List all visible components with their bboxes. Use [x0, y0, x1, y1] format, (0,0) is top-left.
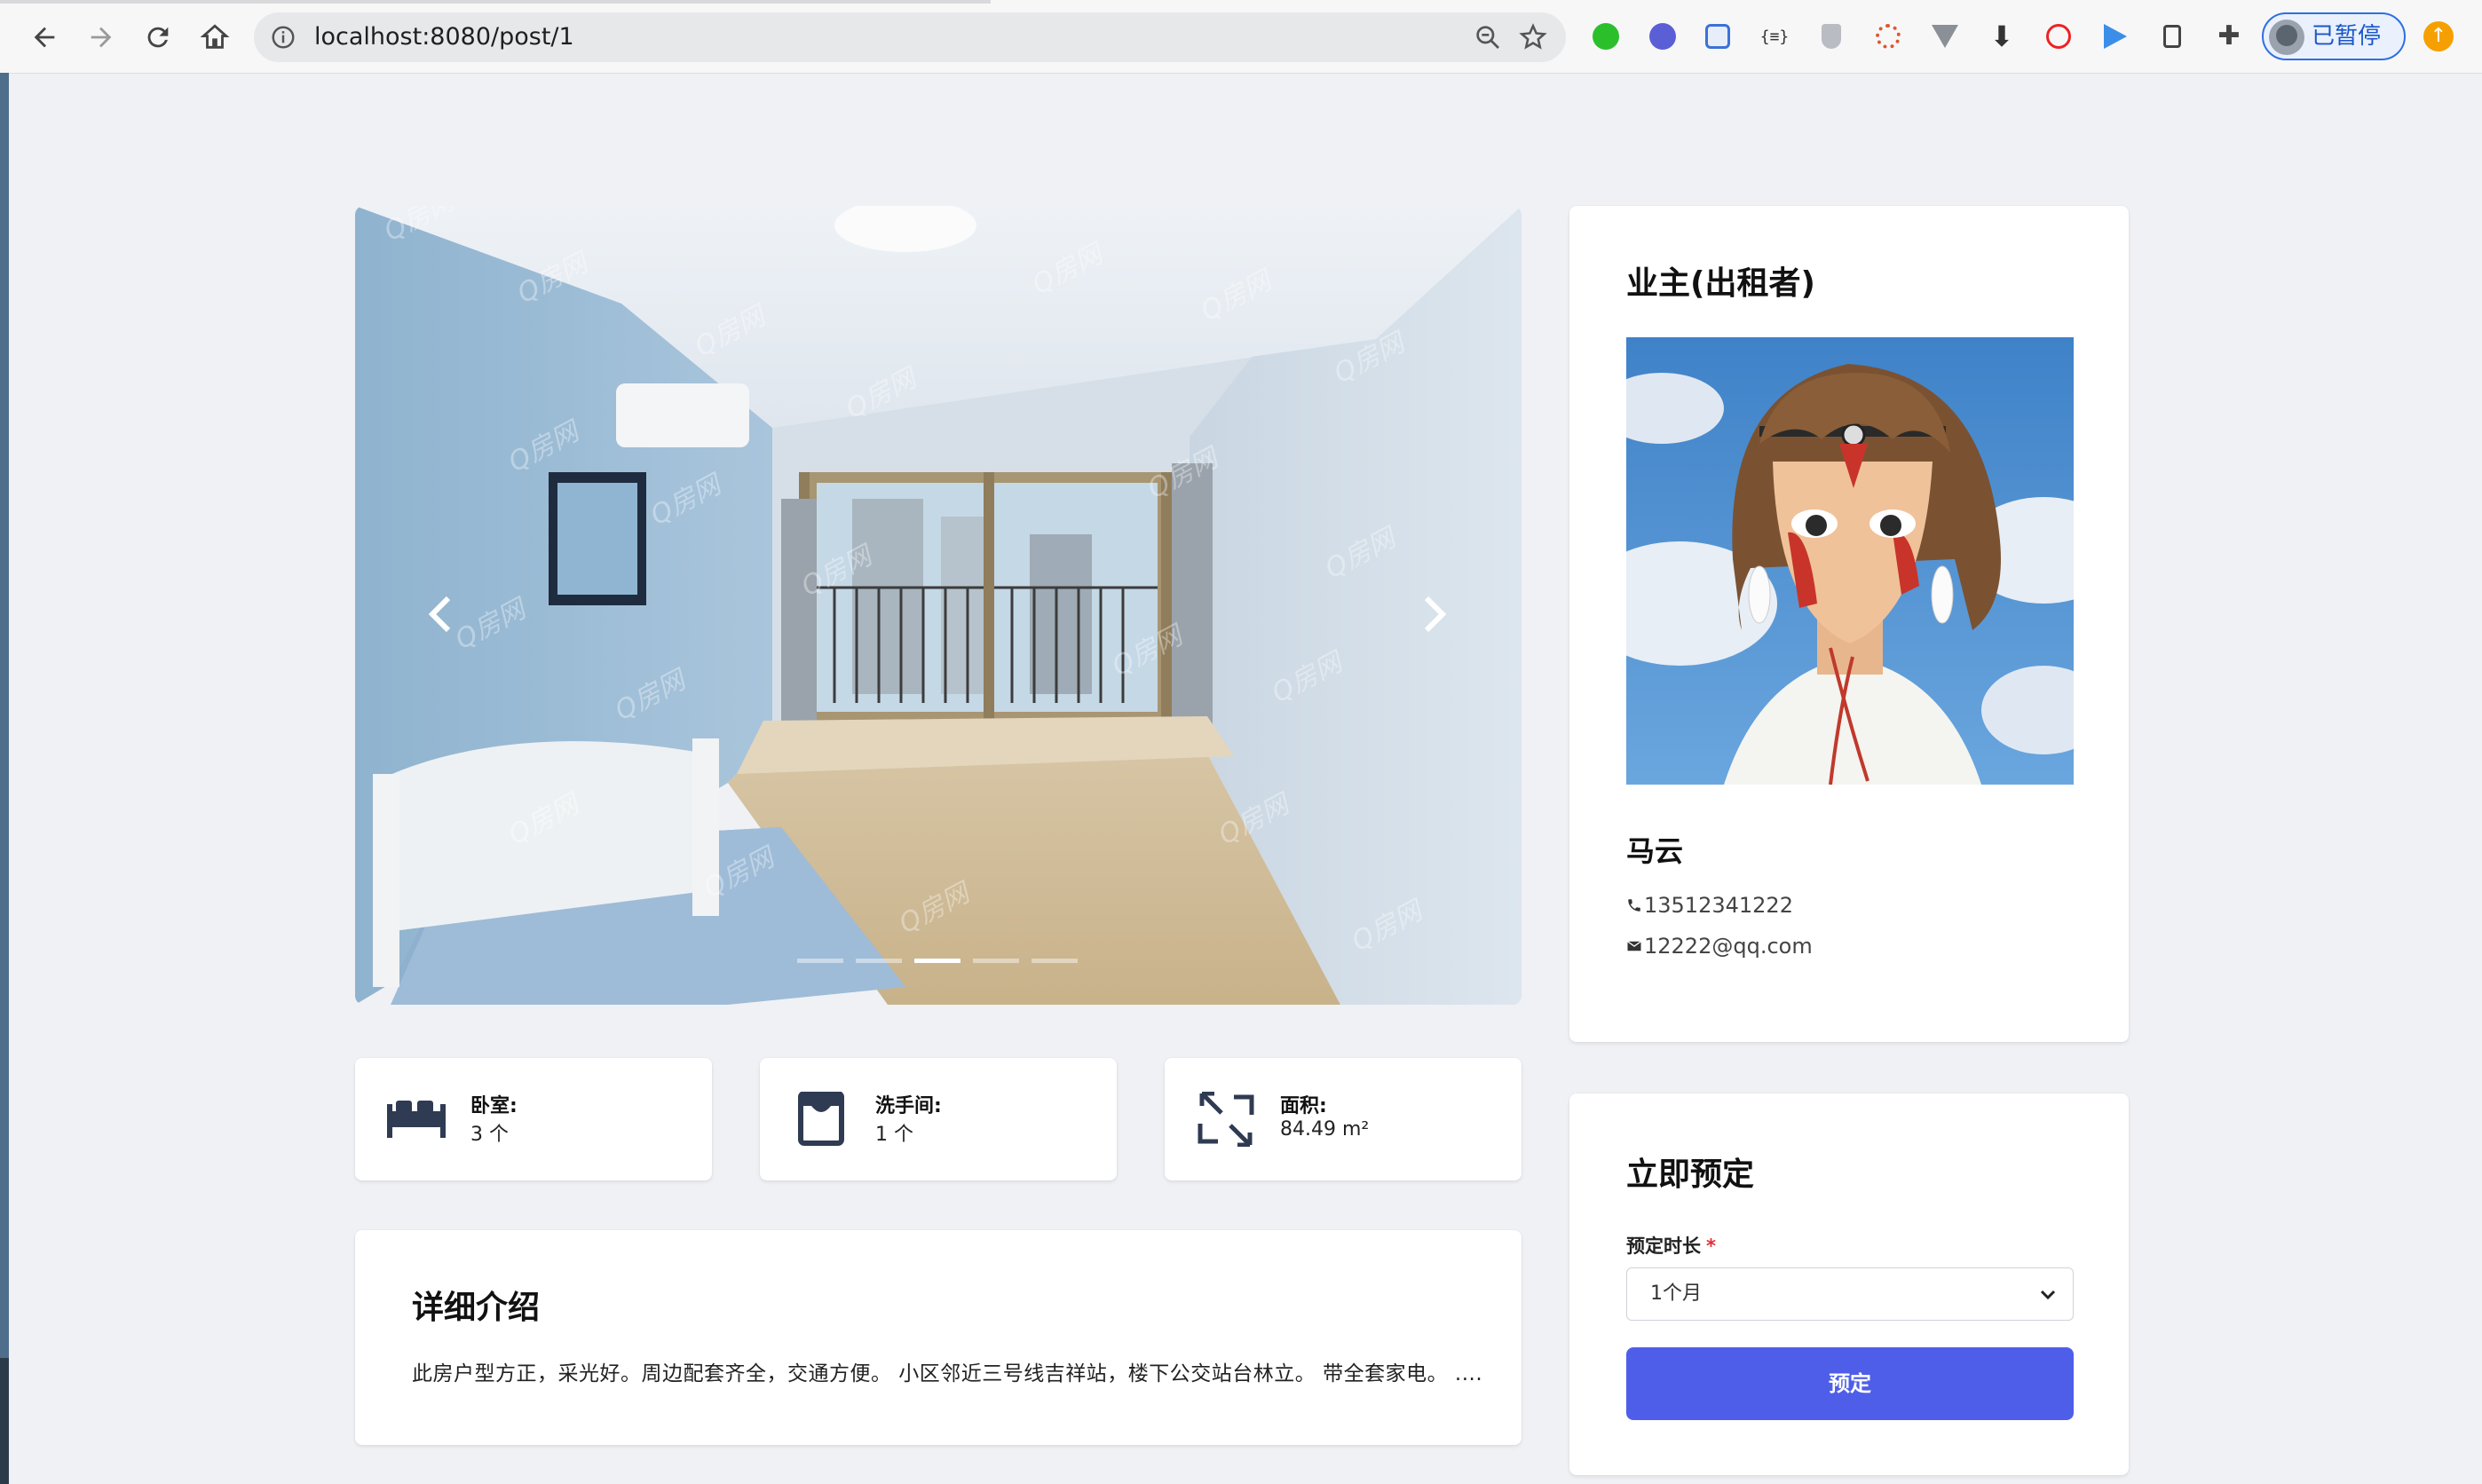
shield-icon[interactable] [1814, 20, 1848, 53]
desktop-edge [0, 73, 9, 1358]
flash-icon[interactable] [2042, 20, 2075, 53]
description-title: 详细介绍 [412, 1290, 541, 1326]
arrow-icon[interactable] [2099, 20, 2132, 53]
area-value: 84.49 m² [1280, 1118, 1370, 1141]
owner-title: 业主(出租者) [1626, 265, 1815, 302]
back-arrow-icon [34, 27, 55, 48]
url-text[interactable]: localhost:8080/post/1 [314, 12, 574, 62]
carousel-indicator-1[interactable] [797, 959, 843, 963]
area-stat-card: 面积: 84.49 m² [1165, 1058, 1522, 1180]
json-icon[interactable]: {≡} [1758, 20, 1791, 53]
owner-email-row: 12222@qq.com [1626, 934, 1813, 959]
mail-icon [1627, 941, 1641, 951]
profile-button[interactable]: 已暂停 [2262, 12, 2406, 60]
tab-strip [0, 0, 991, 4]
zoom-icon[interactable] [1474, 23, 1502, 51]
translate-icon[interactable] [1701, 20, 1735, 53]
booking-card: 立即预定 预定时长 * 1个月 预定 [1569, 1093, 2129, 1475]
download-icon[interactable]: ⬇ [1985, 20, 2019, 53]
area-label: 面积: [1280, 1095, 1327, 1117]
chevron-down-icon [2040, 1290, 2056, 1300]
profile-avatar [2269, 20, 2304, 55]
carousel-indicator-4[interactable] [973, 959, 1019, 963]
home-icon [200, 24, 230, 49]
carousel-indicator-5[interactable] [1032, 959, 1078, 963]
owner-phone: 13512341222 [1644, 893, 1793, 918]
forward-arrow-icon [91, 27, 112, 48]
carousel-prev-button[interactable] [414, 579, 467, 650]
owner-avatar [1626, 337, 2074, 785]
owner-phone-row: 13512341222 [1626, 893, 1793, 918]
clipboard-icon[interactable] [2155, 20, 2189, 53]
room-photo: Q房网 Q房网 Q房网 Q房网 Q房网 Q房网 Q房网 Q房网 Q房网 Q房网 … [355, 206, 1522, 1005]
description-card: 详细介绍 此房户型方正，采光好。周边配套齐全，交通方便。 小区邻近三号线吉祥站，… [355, 1230, 1522, 1445]
bed-icon [387, 1101, 446, 1138]
carousel-indicator-2[interactable] [856, 959, 902, 963]
network-icon[interactable] [1871, 20, 1905, 53]
book-button[interactable]: 预定 [1626, 1347, 2074, 1420]
carousel-indicator-3[interactable] [914, 959, 960, 963]
site-info-icon[interactable] [270, 24, 296, 51]
photo-carousel[interactable]: Q房网 Q房网 Q房网 Q房网 Q房网 Q房网 Q房网 Q房网 Q房网 Q房网 … [355, 206, 1522, 1005]
bathroom-icon [798, 1092, 844, 1146]
reload-button[interactable] [137, 16, 179, 59]
owner-email: 12222@qq.com [1644, 934, 1813, 959]
vue-icon[interactable] [1928, 20, 1962, 53]
bathroom-value: 1 个 [875, 1124, 913, 1146]
extensions-puzzle-icon[interactable]: ✚ [2212, 20, 2246, 53]
home-button[interactable] [194, 16, 236, 59]
bedroom-stat-card: 卧室: 3 个 [355, 1058, 712, 1180]
chevron-left-icon [428, 596, 451, 633]
bedroom-value: 3 个 [470, 1124, 509, 1146]
duration-select-value: 1个月 [1650, 1283, 1702, 1305]
address-bar[interactable]: localhost:8080/post/1 [254, 12, 1566, 62]
duration-label-text: 预定时长 [1626, 1235, 1701, 1257]
green-puzzle-icon[interactable] [1589, 20, 1623, 53]
owner-name: 马云 [1626, 834, 1684, 868]
forward-button[interactable] [80, 16, 123, 59]
owner-card: 业主(出租者) 马云 13512341222 12222@qq.com [1569, 206, 2129, 1042]
duration-label: 预定时长 * [1626, 1232, 1716, 1259]
bookmark-star-icon[interactable] [1518, 22, 1548, 52]
purple-check-icon[interactable] [1646, 20, 1680, 53]
bathroom-label: 洗手间: [875, 1095, 942, 1117]
required-mark: * [1706, 1235, 1716, 1257]
description-text: 此房户型方正，采光好。周边配套齐全，交通方便。 小区邻近三号线吉祥站，楼下公交站… [412, 1362, 1483, 1385]
desktop-edge-lower [0, 1358, 9, 1484]
chevron-right-icon [1424, 596, 1447, 633]
back-button[interactable] [23, 16, 66, 59]
bedroom-label: 卧室: [470, 1095, 518, 1117]
update-icon[interactable]: ↑ [2423, 21, 2454, 51]
phone-icon [1628, 899, 1640, 912]
carousel-next-button[interactable] [1408, 579, 1461, 650]
area-icon [1198, 1092, 1254, 1147]
bathroom-stat-card: 洗手间: 1 个 [760, 1058, 1117, 1180]
duration-select[interactable]: 1个月 [1626, 1267, 2074, 1321]
browser-toolbar: localhost:8080/post/1 {≡} ⬇ ✚ 已暂停 ↑ [0, 0, 2482, 74]
booking-title: 立即预定 [1626, 1156, 1755, 1193]
profile-status: 已暂停 [2312, 23, 2382, 50]
reload-icon [147, 27, 169, 48]
